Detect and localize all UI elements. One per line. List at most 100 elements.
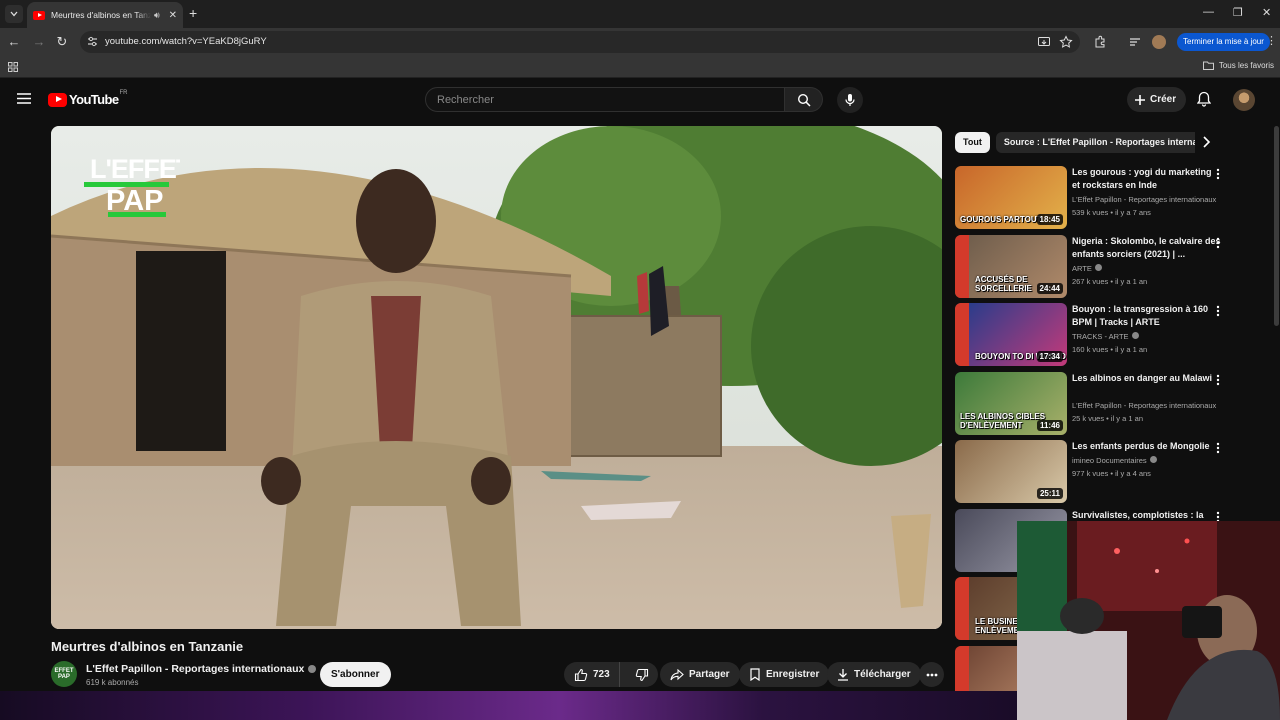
restore-icon[interactable]: ❐ [1233,6,1243,19]
thumbs-up-icon [574,668,588,681]
recommendation-channel-name: L'Effet Papillon - Reportages internatio… [1072,401,1217,410]
extensions-icon[interactable] [1093,35,1107,49]
update-button[interactable]: Terminer la mise à jour [1177,33,1270,51]
bookmark-star-icon[interactable] [1059,35,1073,49]
more-vertical-icon[interactable] [1215,305,1221,317]
recommendation-item[interactable]: 25:11 Les enfants perdus de Mongolie imine… [955,440,1255,504]
channel-avatar-text: EFFET PAP [54,668,74,680]
arte-logo-icon [955,303,969,366]
more-vertical-icon[interactable] [1215,168,1221,180]
arte-logo-icon [955,577,969,640]
all-bookmarks-label: Tous les favoris [1218,61,1274,70]
close-window-icon[interactable]: ✕ [1262,6,1271,19]
chip-all[interactable]: Tout [955,132,990,153]
folder-icon [1202,61,1214,70]
reload-icon[interactable]: ↻ [55,35,69,49]
back-icon[interactable]: ← [7,35,21,49]
dislike-button[interactable] [625,662,659,687]
like-button[interactable]: 723 [564,662,620,687]
microphone-icon [845,94,855,106]
browser-tab-active[interactable]: Meurtres d'albinos en Tanzanie - YouTube… [27,2,183,28]
recommendation-item[interactable]: LES ALBINOS CIBLES D'ENLÈVEMENT 11:46 Les … [955,372,1255,436]
youtube-logo[interactable]: YouTube FR [48,90,127,107]
recommendation-channel[interactable]: imineo Documentaires [1072,456,1227,465]
apps-grid-icon[interactable] [8,62,18,72]
download-label: Télécharger [854,669,911,680]
recommendation-meta: 160 k vues • il y a 1 an [1072,345,1148,354]
more-actions-button[interactable] [919,662,944,687]
recommendation-title[interactable]: Nigeria : Skolombo, le calvaire des enfa… [1072,235,1222,261]
recommendation-channel[interactable]: L'Effet Papillon - Reportages internatio… [1072,195,1227,204]
recommendation-title[interactable]: Les albinos en danger au Malawi [1072,372,1222,385]
minimize-icon[interactable]: — [1203,6,1214,18]
channel-name: L'Effet Papillon - Reportages internatio… [86,663,305,675]
youtube-favicon-icon [33,10,45,20]
browser-menu-icon[interactable]: ⋮ [1266,34,1277,47]
menu-icon[interactable] [17,93,31,104]
chevron-right-icon[interactable] [1200,135,1212,149]
share-button[interactable]: Partager [660,662,740,687]
tab-search-button[interactable] [5,5,23,23]
site-settings-icon[interactable] [87,36,98,47]
subscribe-button[interactable]: S'abonner [320,662,391,687]
subscriber-count: 619 k abonnés [86,678,139,687]
video-player[interactable] [51,126,942,629]
speaker-icon[interactable]: 🔊︎ [154,10,160,21]
recommendation-item[interactable]: ACCUSÉS DE SORCELLERIE 24:44 Nigeria : Sko… [955,235,1255,299]
duration-badge: 11:46 [1036,420,1063,431]
search-icon [797,93,811,107]
sidebar-scrollbar[interactable] [1274,126,1279,326]
effet-pap-logo-icon: L'EFFET PAP [84,154,180,217]
recommendation-title[interactable]: Bouyon : la transgression à 160 BPM | Tr… [1072,303,1222,329]
more-horizontal-icon [926,673,937,676]
recommendation-thumbnail[interactable]: GOUROUS PARTOUT 18:45 [955,166,1067,229]
create-button[interactable]: Créer [1127,87,1187,112]
profile-avatar[interactable] [1152,35,1166,49]
channel-avatar[interactable]: EFFET PAP [51,661,77,687]
recommendation-thumbnail[interactable]: LES ALBINOS CIBLES D'ENLÈVEMENT 11:46 [955,372,1067,435]
recommendation-meta: 25 k vues • il y a 1 an [1072,414,1143,423]
like-dislike-group: 723 [564,662,658,687]
forward-icon[interactable]: → [32,35,46,49]
more-vertical-icon[interactable] [1215,237,1221,249]
install-app-icon[interactable] [1037,35,1051,49]
new-tab-icon[interactable]: + [189,5,197,21]
chip-source[interactable]: Source : L'Effet Papillon - Reportages i… [995,132,1195,153]
recommendation-thumbnail[interactable]: ACCUSÉS DE SORCELLERIE 24:44 [955,235,1067,298]
download-button[interactable]: Télécharger [827,662,921,687]
youtube-play-icon [48,92,67,107]
reading-list-icon[interactable] [1128,35,1142,49]
channel-watermark: L'EFFET PAP [80,148,180,220]
account-avatar[interactable] [1233,89,1255,111]
notifications-bell-icon[interactable] [1197,91,1211,107]
search-box [425,87,785,112]
recommendation-item[interactable]: GOUROUS PARTOUT 18:45 Les gourous : yogi d… [955,166,1255,230]
recommendation-meta: 539 k vues • il y a 7 ans [1072,208,1151,217]
share-label: Partager [689,669,730,680]
more-vertical-icon[interactable] [1215,374,1221,386]
recommendation-thumbnail[interactable]: 25:11 [955,440,1067,503]
channel-name-link[interactable]: L'Effet Papillon - Reportages internatio… [86,663,317,675]
bookmark-icon [750,668,760,681]
more-vertical-icon[interactable] [1215,442,1221,454]
address-bar[interactable]: youtube.com/watch?v=YEaKD8jGuRY [80,31,1080,53]
save-button[interactable]: Enregistrer [739,662,830,687]
close-tab-icon[interactable]: ✕ [169,10,177,21]
voice-search-button[interactable] [837,87,863,113]
recommendation-channel[interactable]: TRACKS - ARTE [1072,332,1227,341]
search-input[interactable] [426,88,784,111]
recommendation-title[interactable]: Les gourous : yogi du marketing et rocks… [1072,166,1222,192]
tab-title: Meurtres d'albinos en Tanzanie - YouTube [51,10,151,20]
recommendation-channel[interactable]: ARTE [1072,264,1227,273]
filter-chips: Tout Source : L'Effet Papillon - Reporta… [955,132,1195,153]
create-label: Créer [1150,94,1177,105]
recommendation-title[interactable]: Les enfants perdus de Mongolie [1072,440,1222,453]
recommendation-item[interactable]: BOUYON TO DI WORLD 17:34 Bouyon : la trans… [955,303,1255,367]
browser-toolbar: ← → ↻ youtube.com/watch?v=YEaKD8jGuRY Te… [0,28,1280,56]
recommendation-channel[interactable]: L'Effet Papillon - Reportages internatio… [1072,401,1227,410]
arte-logo-icon [955,235,969,298]
url-text: youtube.com/watch?v=YEaKD8jGuRY [105,36,267,47]
search-button[interactable] [785,87,823,112]
recommendation-thumbnail[interactable]: BOUYON TO DI WORLD 17:34 [955,303,1067,366]
all-bookmarks[interactable]: Tous les favoris [1202,61,1274,70]
